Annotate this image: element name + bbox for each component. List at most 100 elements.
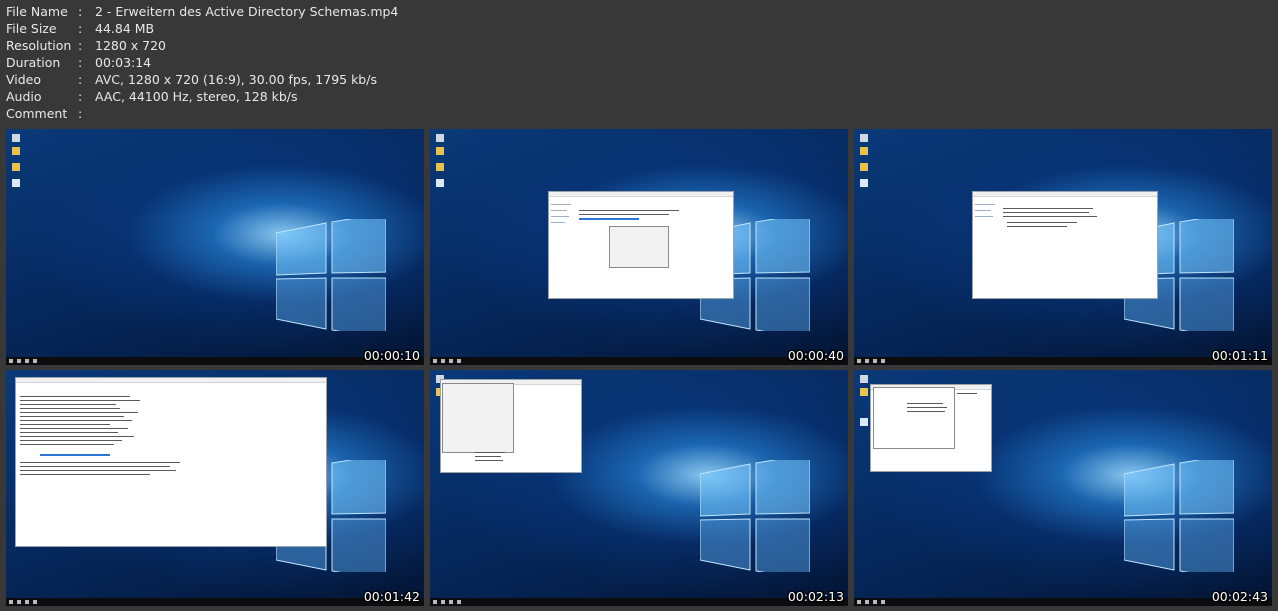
explorer-window xyxy=(972,191,1158,299)
desktop-wallpaper xyxy=(430,370,848,598)
thumbnail-3[interactable]: 00:01:11 xyxy=(854,129,1272,365)
folder-icon xyxy=(12,163,20,171)
recycle-bin-icon xyxy=(436,134,444,142)
info-value: 44.84 MB xyxy=(95,21,155,36)
thumbnail-2[interactable]: 00:00:40 xyxy=(430,129,848,365)
info-row-resolution: Resolution : 1280 x 720 xyxy=(6,37,398,54)
info-separator: : xyxy=(78,4,83,19)
info-row-comment: Comment : xyxy=(6,105,398,122)
timestamp: 00:00:10 xyxy=(363,348,420,363)
thumbnail-6[interactable]: 00:02:43 xyxy=(854,370,1272,606)
mmc-window xyxy=(870,384,992,472)
info-label: Resolution xyxy=(6,38,72,53)
search-icon xyxy=(17,600,21,604)
search-icon xyxy=(17,359,21,363)
timestamp: 00:02:43 xyxy=(1211,589,1268,604)
task-view-icon xyxy=(25,600,29,604)
file-icon xyxy=(860,418,868,426)
info-label: Video xyxy=(6,72,42,87)
task-view-icon xyxy=(873,600,877,604)
search-icon xyxy=(441,600,445,604)
recycle-bin-icon xyxy=(860,134,868,142)
start-icon xyxy=(857,600,861,604)
thumbnail-1[interactable]: 00:00:10 xyxy=(6,129,424,365)
timestamp: 00:00:40 xyxy=(787,348,844,363)
folder-icon xyxy=(860,147,868,155)
taskbar xyxy=(430,598,848,606)
info-separator: : xyxy=(78,89,83,104)
explorer-icon xyxy=(881,600,885,604)
thumbnail-5[interactable]: 00:02:13 xyxy=(430,370,848,606)
task-view-icon xyxy=(449,600,453,604)
dialog xyxy=(442,383,514,453)
windows-logo-icon xyxy=(276,219,386,331)
thumbnail-4[interactable]: 00:01:42 xyxy=(6,370,424,606)
start-icon xyxy=(857,359,861,363)
info-row-duration: Duration : 00:03:14 xyxy=(6,54,398,71)
info-label: File Name xyxy=(6,4,68,19)
start-icon xyxy=(9,600,13,604)
recycle-bin-icon xyxy=(860,375,868,383)
mmc-window xyxy=(440,379,582,473)
folder-icon xyxy=(436,163,444,171)
taskbar xyxy=(6,598,424,606)
explorer-icon xyxy=(33,600,37,604)
explorer-icon xyxy=(457,600,461,604)
notepad-window xyxy=(15,377,327,547)
info-value: 2 - Erweitern des Active Directory Schem… xyxy=(95,4,399,19)
file-icon xyxy=(436,179,444,187)
windows-logo-icon xyxy=(700,460,810,572)
info-separator: : xyxy=(78,38,83,53)
task-view-icon xyxy=(449,359,453,363)
explorer-icon xyxy=(33,359,37,363)
desktop-wallpaper xyxy=(430,129,848,357)
timestamp: 00:01:42 xyxy=(363,589,420,604)
timestamp: 00:02:13 xyxy=(787,589,844,604)
file-info-panel: File Name : 2 - Erweitern des Active Dir… xyxy=(6,3,398,122)
folder-icon xyxy=(860,388,868,396)
info-separator: : xyxy=(78,106,83,121)
task-view-icon xyxy=(873,359,877,363)
taskbar xyxy=(430,357,848,365)
search-icon xyxy=(865,600,869,604)
file-icon xyxy=(860,179,868,187)
desktop-wallpaper xyxy=(6,129,424,357)
desktop-wallpaper xyxy=(6,370,424,598)
info-value: AAC, 44100 Hz, stereo, 128 kb/s xyxy=(95,89,298,104)
folder-icon xyxy=(12,147,20,155)
info-separator: : xyxy=(78,55,83,70)
taskbar xyxy=(6,357,424,365)
desktop-wallpaper xyxy=(854,129,1272,357)
explorer-window xyxy=(548,191,734,299)
file-icon xyxy=(12,179,20,187)
info-value: 1280 x 720 xyxy=(95,38,167,53)
explorer-icon xyxy=(881,359,885,363)
wizard-dialog xyxy=(873,387,955,449)
info-separator: : xyxy=(78,72,83,87)
search-icon xyxy=(441,359,445,363)
search-icon xyxy=(865,359,869,363)
info-value: 00:03:14 xyxy=(95,55,152,70)
info-row-file-size: File Size : 44.84 MB xyxy=(6,20,398,37)
folder-icon xyxy=(436,147,444,155)
explorer-icon xyxy=(457,359,461,363)
info-label: File Size xyxy=(6,21,57,36)
info-label: Duration xyxy=(6,55,61,70)
taskbar xyxy=(854,357,1272,365)
info-value: AVC, 1280 x 720 (16:9), 30.00 fps, 1795 … xyxy=(95,72,377,87)
desktop-wallpaper xyxy=(854,370,1272,598)
info-row-video: Video : AVC, 1280 x 720 (16:9), 30.00 fp… xyxy=(6,71,398,88)
info-row-audio: Audio : AAC, 44100 Hz, stereo, 128 kb/s xyxy=(6,88,398,105)
info-separator: : xyxy=(78,21,83,36)
task-view-icon xyxy=(25,359,29,363)
start-icon xyxy=(433,600,437,604)
recycle-bin-icon xyxy=(12,134,20,142)
taskbar xyxy=(854,598,1272,606)
start-icon xyxy=(433,359,437,363)
start-icon xyxy=(9,359,13,363)
info-row-file-name: File Name : 2 - Erweitern des Active Dir… xyxy=(6,3,398,20)
info-label: Audio xyxy=(6,89,42,104)
folder-icon xyxy=(860,163,868,171)
info-label: Comment xyxy=(6,106,68,121)
windows-logo-icon xyxy=(1124,460,1234,572)
